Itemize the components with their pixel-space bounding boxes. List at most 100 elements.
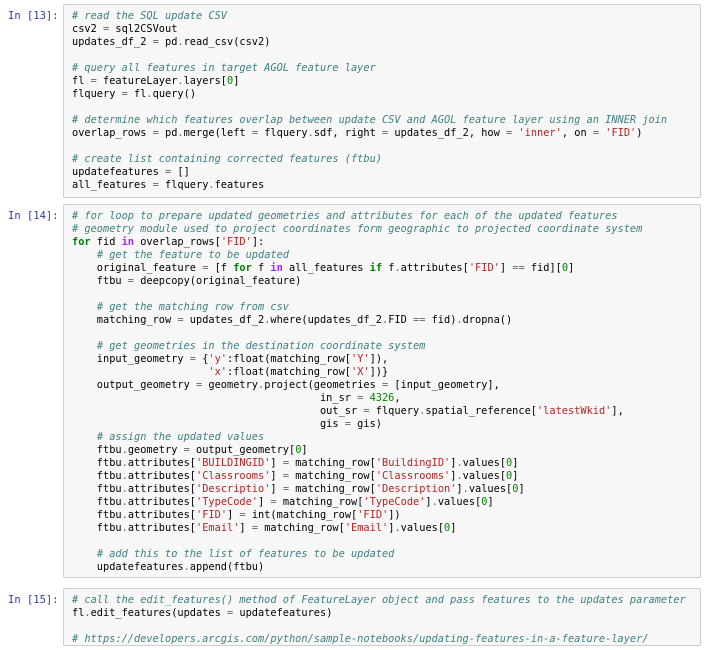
code-token: ]	[233, 75, 240, 87]
code-string: 'Email'	[196, 522, 240, 534]
cell-prompt: In [14]:	[8, 210, 59, 222]
code-token: [f	[208, 262, 234, 274]
code-token: pd	[158, 127, 178, 139]
code-line: all_features = flquery.features	[72, 179, 700, 192]
code-token: values[	[437, 496, 482, 508]
code-token: attributes[	[127, 457, 197, 469]
code-comment: # create list containing corrected featu…	[72, 153, 382, 165]
code-line: ftbu.attributes['Descriptio'] = matching…	[72, 483, 700, 496]
code-token: ==	[413, 314, 426, 326]
cell-prompt: In [15]:	[8, 594, 59, 606]
code-token: ]	[487, 496, 494, 508]
code-line: # read the SQL update CSV	[72, 10, 700, 23]
code-comment: # assign the updated values	[96, 431, 265, 443]
code-token: geometry	[202, 379, 258, 391]
code-string: 'Y'	[351, 353, 370, 365]
code-cell-13: In [13]: # read the SQL update CSV csv2 =…	[0, 4, 706, 200]
code-token: csv2	[72, 23, 103, 35]
code-token: updatefeatures	[72, 166, 165, 178]
code-line: in_sr = 4326,	[72, 392, 700, 405]
code-line: # get the matching row from csv	[72, 301, 700, 314]
code-token: attributes[	[127, 470, 197, 482]
code-text[interactable]: # call the edit_features() method of Fea…	[64, 589, 700, 646]
code-line: # get geometries in the destination coor…	[72, 340, 700, 353]
code-token: ]	[568, 262, 575, 274]
code-token: f	[251, 262, 271, 274]
code-comment: # determine which features overlap betwe…	[72, 114, 668, 126]
code-line: ftbu.attributes['BUILDINGID'] = matching…	[72, 457, 700, 470]
code-line: for fid in overlap_rows['FID']:	[72, 236, 700, 249]
code-line: # query all features in target AGOL feat…	[72, 62, 700, 75]
code-string: 'FID'	[357, 509, 389, 521]
code-token: [input_geometry],	[388, 379, 500, 391]
code-token: ])	[388, 509, 401, 521]
code-token: ]	[227, 509, 240, 521]
code-token: ]	[512, 457, 519, 469]
code-token: attributes[	[400, 262, 469, 274]
code-token: int(matching_row[	[245, 509, 358, 521]
code-string: 'Email'	[344, 522, 389, 534]
code-token: ftbu	[72, 522, 122, 534]
code-token: ==	[512, 262, 525, 274]
code-token: fl	[72, 75, 91, 87]
code-token: ]	[512, 470, 519, 482]
code-line: matching_row = updates_df_2.where(update…	[72, 314, 700, 327]
code-line: ftbu.geometry = output_geometry[0]	[72, 444, 700, 457]
code-line: fl.edit_features(updates = updatefeature…	[72, 607, 700, 620]
code-editor[interactable]: # read the SQL update CSV csv2 = sql2CSVo…	[63, 4, 701, 198]
code-line: ftbu = deepcopy(original_feature)	[72, 275, 700, 288]
code-comment: # get geometries in the destination coor…	[96, 340, 426, 352]
code-text[interactable]: # for loop to prepare updated geometries…	[64, 205, 700, 574]
code-token: pd	[158, 36, 178, 48]
code-line: flquery = fl.query()	[72, 88, 700, 101]
code-token: ,	[394, 392, 401, 404]
code-string: 'inner'	[518, 127, 562, 139]
code-line: # https://developers.arcgis.com/python/s…	[72, 633, 700, 646]
code-token: attributes[	[127, 496, 197, 508]
code-token: :float(matching_row[	[227, 366, 351, 378]
code-token: flquery	[369, 405, 420, 417]
code-line: csv2 = sql2CSVout	[72, 23, 700, 36]
code-token: sql2CSVout	[109, 23, 178, 35]
code-token: matching_row[	[289, 457, 376, 469]
code-token: matching_row[	[289, 483, 376, 495]
code-token: ]	[239, 522, 252, 534]
code-token: edit_features(updates	[90, 607, 227, 619]
code-cell-14: In [14]: # for loop to prepare updated g…	[0, 204, 706, 580]
code-line: updatefeatures = []	[72, 166, 700, 179]
code-comment: # get the matching row from csv	[96, 301, 289, 313]
code-token: featureLayer	[96, 75, 178, 87]
code-cell-15: In [15]: # call the edit_features() meth…	[0, 588, 706, 648]
code-line: # determine which features overlap betwe…	[72, 114, 700, 127]
code-token: ftbu	[72, 275, 128, 287]
code-token: ]:	[251, 236, 265, 248]
code-token: spatial_reference[	[425, 405, 537, 417]
code-text[interactable]: # read the SQL update CSV csv2 = sql2CSVo…	[64, 5, 700, 192]
code-token: geometry	[127, 444, 184, 456]
code-string: 'Classrooms'	[375, 470, 451, 482]
code-editor[interactable]: # call the edit_features() method of Fea…	[63, 588, 701, 646]
code-token: FID	[388, 314, 413, 326]
code-line: input_geometry = {'y':float(matching_row…	[72, 353, 700, 366]
code-line: ftbu.attributes['FID'] = int(matching_ro…	[72, 509, 700, 522]
code-comment: # get the feature to be updated	[96, 249, 289, 261]
code-token: ftbu	[72, 509, 122, 521]
code-string: 'x'	[208, 366, 227, 378]
code-editor[interactable]: # for loop to prepare updated geometries…	[63, 204, 701, 578]
code-token: where(updates_df_2	[270, 314, 382, 326]
code-line: # create list containing corrected featu…	[72, 153, 700, 166]
code-comment: # add this to the list of features to be…	[96, 548, 395, 560]
code-string: 'Description'	[375, 483, 457, 495]
code-token: ]	[270, 457, 283, 469]
code-comment: # query all features in target AGOL feat…	[72, 62, 376, 74]
code-token: ]	[450, 522, 457, 534]
code-token: updates_df_2	[183, 314, 265, 326]
code-token: flquery	[258, 127, 308, 139]
cell-prompt: In [13]:	[8, 10, 59, 22]
code-token: matching_row	[72, 314, 178, 326]
